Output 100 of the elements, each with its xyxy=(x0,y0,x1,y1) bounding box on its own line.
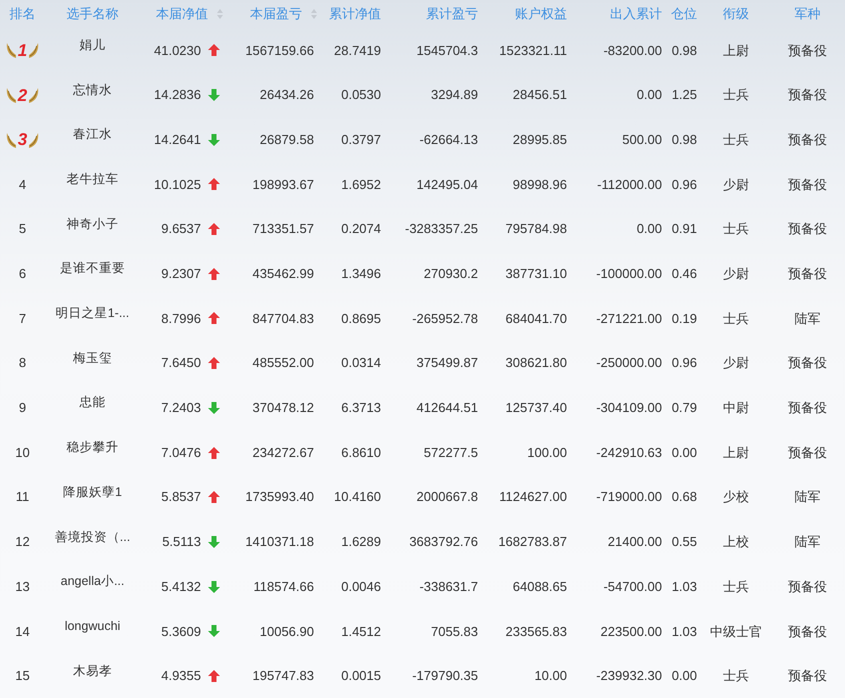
player-name: 是谁不重要 xyxy=(60,260,125,278)
table-cell-text: 0.96 xyxy=(672,176,697,194)
table-cell-text: 0.00 xyxy=(636,86,662,104)
table-cell-text: 预备役 xyxy=(788,42,827,60)
table-cell-text: 预备役 xyxy=(788,220,827,238)
table-cell-text: 0.8695 xyxy=(341,310,381,328)
table-cell-text: 中级士官 xyxy=(710,622,762,641)
table-cell-text: 7055.83 xyxy=(431,622,478,641)
table-cell-text: 1.6289 xyxy=(341,533,381,552)
table-cell-text: 0.00 xyxy=(636,220,662,238)
table-cell-text: 上校 xyxy=(723,533,749,552)
table-cell-text: 125737.40 xyxy=(506,399,567,418)
column-header: 出入累计 xyxy=(610,5,662,24)
table-cell-text: 5.3609 xyxy=(161,622,201,641)
table-cell-text: 847704.83 xyxy=(252,310,314,328)
table-cell-text: 0.98 xyxy=(672,42,697,60)
table-cell-text: 陆军 xyxy=(794,310,820,328)
table-cell-text: 0.55 xyxy=(672,533,697,552)
table-cell-text: 98998.96 xyxy=(512,176,567,194)
table-cell-text: 10056.90 xyxy=(260,622,314,641)
table-cell-text: -304109.00 xyxy=(596,399,662,418)
table-cell-text: 少尉 xyxy=(723,354,749,372)
table-cell-text: 795784.98 xyxy=(506,220,567,238)
table-cell-text: 1.6952 xyxy=(341,176,381,194)
table-cell-text: 9.6537 xyxy=(161,220,201,238)
table-cell-text: 1.4512 xyxy=(341,622,381,641)
table-cell-text: 370478.12 xyxy=(252,399,314,418)
table-cell-text: 41.0230 xyxy=(154,42,201,60)
table-cell-text: 308621.80 xyxy=(506,354,567,372)
table-cell-text: 375499.87 xyxy=(416,354,478,372)
rank-number: 1 xyxy=(18,42,28,59)
table-cell-text: 195747.83 xyxy=(252,667,314,686)
laurel-icon xyxy=(4,130,17,149)
table-cell-text: -250000.00 xyxy=(596,354,662,372)
table-cell-text: 0.0015 xyxy=(341,667,381,686)
column-header[interactable]: 本届净值 xyxy=(156,4,208,24)
table-cell-text: 223500.00 xyxy=(600,622,662,641)
table-cell-text: 0.00 xyxy=(672,667,697,686)
player-name: 木易孝 xyxy=(73,662,112,680)
table-cell-text: 0.79 xyxy=(672,399,697,418)
table-cell-text: 陆军 xyxy=(794,533,820,552)
table-cell-text: 64088.65 xyxy=(512,578,567,596)
table-cell-text: 0.91 xyxy=(672,220,697,238)
table-cell-text: -3283357.25 xyxy=(404,220,478,238)
table-cell-text: 118574.66 xyxy=(254,578,314,596)
rank-number: 10 xyxy=(15,444,30,462)
table-cell-text: 0.0314 xyxy=(341,354,381,372)
player-name: 梅玉玺 xyxy=(73,350,112,367)
table-cell-text: -179790.35 xyxy=(412,667,478,686)
column-header: 仓位 xyxy=(671,5,697,24)
table-cell-text: 0.46 xyxy=(672,265,697,284)
laurel-icon xyxy=(28,86,40,104)
table-cell-text: 21400.00 xyxy=(608,533,662,552)
table-cell-text: 1.25 xyxy=(672,86,697,104)
table-cell-text: -62664.13 xyxy=(419,130,478,149)
laurel-icon xyxy=(4,86,17,104)
player-name: longwuchi xyxy=(64,618,120,635)
table-cell-text: 572277.5 xyxy=(424,444,478,462)
table-cell-text: -100000.00 xyxy=(596,265,662,284)
table-cell-text: 7.0476 xyxy=(161,444,201,462)
column-header: 军种 xyxy=(794,5,820,24)
table-cell-text: 陆军 xyxy=(794,488,820,506)
table-cell-text: 684041.70 xyxy=(506,310,567,328)
table-cell-text: 412644.51 xyxy=(416,399,478,418)
laurel-icon xyxy=(28,41,40,60)
table-cell-text: 10.00 xyxy=(534,667,567,686)
rank-number: 15 xyxy=(15,667,30,686)
table-cell-text: -239932.30 xyxy=(596,667,662,686)
table-cell-text: 预备役 xyxy=(788,354,827,372)
player-name: 老牛拉车 xyxy=(66,171,118,188)
table-cell-text: 士兵 xyxy=(723,310,749,328)
table-cell-text: 少尉 xyxy=(723,176,749,194)
column-header[interactable]: 本届盈亏 xyxy=(250,4,302,24)
table-cell-text: 士兵 xyxy=(723,578,749,596)
table-cell-text: 预备役 xyxy=(788,444,827,462)
player-name: 明日之星1-... xyxy=(56,305,130,322)
player-name: 降服妖孽1 xyxy=(63,484,122,501)
table-cell-text: 0.96 xyxy=(672,354,697,372)
column-header: 累计盈亏 xyxy=(426,5,478,24)
table-cell-text: 26434.26 xyxy=(260,86,314,104)
table-cell-text: 28.7419 xyxy=(334,42,381,60)
table-cell-text: 5.4132 xyxy=(161,578,201,596)
table-cell-text: 0.19 xyxy=(672,310,697,328)
player-name: 娟儿 xyxy=(80,36,106,54)
table-cell-text: 7.2403 xyxy=(161,399,201,418)
column-header: 选手名称 xyxy=(66,5,118,24)
laurel-icon xyxy=(28,130,40,149)
player-name: 善境投资（... xyxy=(54,528,130,546)
table-cell-text: 8.7996 xyxy=(161,310,201,328)
laurel-icon xyxy=(4,41,17,60)
table-cell-text: 0.68 xyxy=(672,488,697,506)
table-cell-text: 中尉 xyxy=(723,399,749,418)
rank-number: 12 xyxy=(15,533,30,552)
table-cell-text: 1.03 xyxy=(672,622,697,641)
table-cell-text: 预备役 xyxy=(788,176,827,194)
table-cell-text: 上尉 xyxy=(723,42,749,60)
rank-number: 3 xyxy=(18,131,28,148)
table-cell-text: 0.98 xyxy=(672,130,697,149)
table-cell-text: 预备役 xyxy=(788,399,827,418)
table-cell-text: 1.03 xyxy=(672,578,697,596)
